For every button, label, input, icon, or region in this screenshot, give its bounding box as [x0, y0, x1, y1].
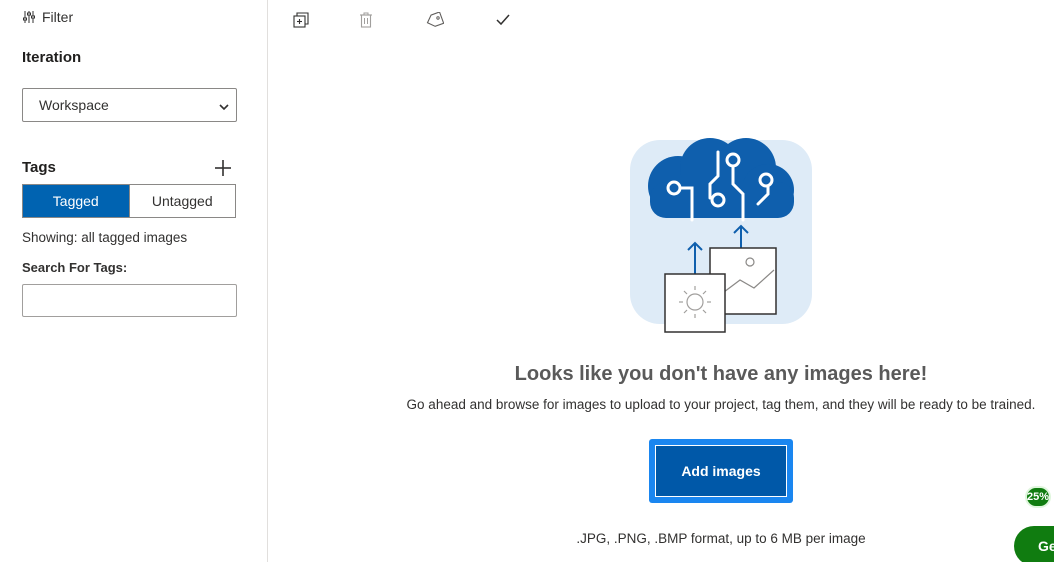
filter-button[interactable]: Filter — [22, 9, 73, 25]
get-started-button[interactable]: Ge — [1014, 526, 1054, 562]
iteration-select-value: Workspace — [39, 97, 109, 113]
tagged-tab[interactable]: Tagged — [23, 185, 129, 217]
format-note: .JPG, .PNG, .BMP format, up to 6 MB per … — [576, 531, 866, 546]
trash-icon — [359, 12, 373, 33]
filter-icon — [22, 10, 36, 24]
add-images-toolbar-button[interactable] — [291, 11, 311, 33]
tag-filter-toggle: Tagged Untagged — [22, 184, 236, 218]
tags-heading: Tags — [22, 159, 56, 176]
progress-badge: 25% — [1025, 486, 1051, 508]
iteration-select[interactable]: Workspace — [22, 88, 237, 122]
copy-add-icon — [293, 11, 309, 33]
add-images-button-focus-ring: Add images — [649, 439, 793, 503]
checkmark-icon — [495, 13, 511, 32]
filter-label: Filter — [42, 9, 74, 25]
add-images-button[interactable]: Add images — [655, 445, 787, 497]
add-tag-button[interactable] — [213, 158, 233, 178]
empty-state-description: Go ahead and browse for images to upload… — [406, 397, 1036, 412]
iteration-heading: Iteration — [22, 49, 82, 66]
delete-toolbar-button[interactable] — [356, 12, 376, 32]
search-tags-input[interactable] — [22, 284, 237, 317]
showing-status: Showing: all tagged images — [22, 230, 188, 245]
empty-state-title: Looks like you don't have any images her… — [514, 363, 928, 385]
chevron-down-icon — [218, 100, 230, 116]
plus-icon — [213, 160, 233, 182]
empty-state-illustration — [628, 134, 814, 334]
search-tags-label: Search For Tags: — [22, 260, 128, 275]
untagged-tab[interactable]: Untagged — [128, 185, 235, 217]
tag-toolbar-button[interactable] — [425, 10, 445, 33]
select-toolbar-button[interactable] — [493, 12, 513, 32]
tag-icon — [426, 10, 445, 33]
sidebar: Filter Iteration Workspace Tags Tagged U… — [0, 0, 268, 562]
